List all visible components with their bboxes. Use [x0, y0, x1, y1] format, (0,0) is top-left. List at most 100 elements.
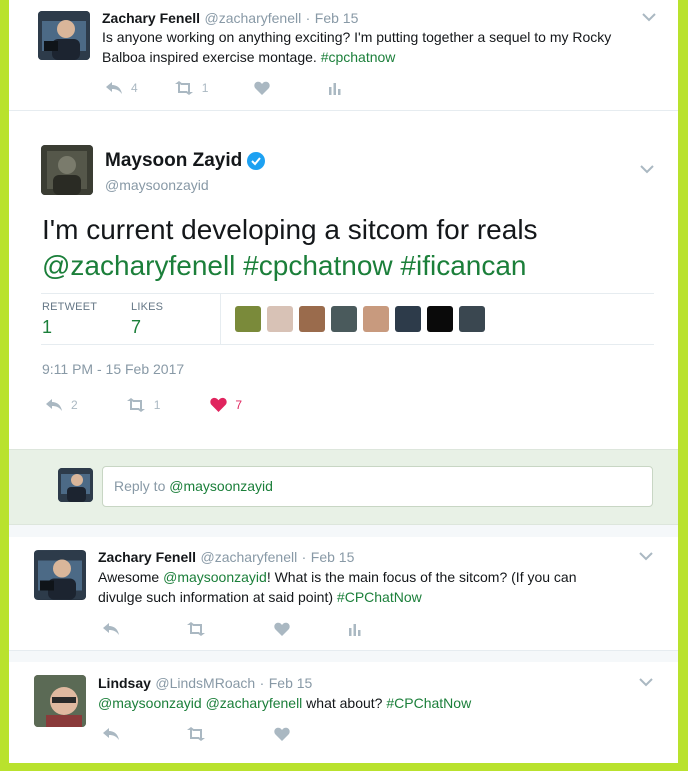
analytics-icon [329, 83, 341, 95]
retweet-icon [187, 727, 205, 741]
mention-link[interactable]: @maysoonzayid [98, 695, 202, 711]
analytics-icon [349, 624, 361, 636]
divider [41, 344, 654, 345]
chevron-down-icon[interactable] [640, 164, 654, 174]
tweet-date[interactable]: Feb 15 [269, 675, 313, 691]
reply-zachary[interactable]: Zachary Fenell @zacharyfenell · Feb 15 A… [9, 537, 678, 650]
author-handle[interactable]: @zacharyfenell [201, 549, 298, 565]
reply-count: 2 [71, 397, 78, 412]
divider [9, 650, 678, 651]
main-tweet-line1: I'm current developing a sitcom for real… [42, 214, 538, 245]
avatar[interactable] [38, 11, 90, 60]
tweet-actions [102, 727, 328, 741]
author-handle[interactable]: @maysoonzayid [105, 177, 209, 193]
retweet-count: 1 [153, 397, 161, 412]
reply-text-line2: divulge such information at said point) [98, 589, 337, 605]
chevron-down-icon[interactable] [639, 677, 653, 687]
divider [41, 293, 654, 294]
reply-icon [103, 623, 119, 635]
tweet-date[interactable]: Feb 15 [311, 549, 355, 565]
heart-icon [274, 727, 290, 741]
reply-placeholder: Reply to [114, 478, 170, 494]
separator-dot: · [305, 10, 311, 26]
retweet-button[interactable] [186, 622, 206, 636]
separator-dot: · [301, 549, 307, 565]
tweet-text: Awesome @maysoonzayid! What is the main … [98, 567, 658, 607]
reply-text-pre: Awesome [98, 569, 164, 585]
reply-button[interactable] [102, 622, 120, 636]
author-name[interactable]: Zachary Fenell [98, 549, 196, 565]
tweet-date[interactable]: Feb 15 [315, 10, 359, 26]
tweet-actions: 2 1 7 [45, 397, 280, 412]
like-button[interactable] [274, 622, 290, 636]
retweet-button[interactable]: 1 [126, 397, 161, 412]
analytics-button[interactable] [348, 622, 362, 636]
liker-avatar[interactable] [299, 306, 325, 332]
avatar[interactable] [41, 145, 93, 195]
like-button[interactable]: 7 [210, 397, 242, 412]
separator-dot: · [259, 675, 265, 691]
liker-avatar[interactable] [395, 306, 421, 332]
reply-text-post: ! What is the main focus of the sitcom? … [266, 569, 577, 585]
heart-icon [254, 81, 271, 95]
retweet-stat-value: 1 [42, 317, 53, 337]
retweet-count: 1 [201, 81, 209, 95]
reply-icon [46, 398, 62, 411]
author-handle[interactable]: @zacharyfenell [205, 10, 302, 26]
liker-avatar[interactable] [267, 306, 293, 332]
avatar[interactable] [34, 675, 86, 727]
retweet-icon [187, 622, 205, 636]
likes-stat-value: 7 [131, 317, 142, 337]
tweet-text: @maysoonzayid @zacharyfenell what about?… [98, 693, 471, 713]
conversation-frame: Zachary Fenell @zacharyfenell · Feb 15 I… [9, 0, 678, 763]
chevron-down-icon[interactable] [639, 551, 653, 561]
retweet-button[interactable] [186, 727, 206, 741]
avatar [58, 468, 93, 502]
author-handle[interactable]: @LindsMRoach [155, 675, 255, 691]
author-name[interactable]: Lindsay [98, 675, 151, 691]
hashtag-link[interactable]: #CPChatNow [337, 589, 422, 605]
liker-avatar[interactable] [235, 306, 261, 332]
liker-avatar[interactable] [331, 306, 357, 332]
heart-icon [210, 397, 228, 412]
mention-link[interactable]: @zacharyfenell [206, 695, 303, 711]
retweet-icon [126, 397, 145, 412]
reply-composer: Reply to @maysoonzayid [9, 449, 678, 525]
mention-link[interactable]: @maysoonzayid [163, 569, 267, 585]
likes-stat[interactable]: LIKES 7 [131, 301, 163, 338]
reply-input[interactable]: Reply to @maysoonzayid [102, 466, 653, 507]
main-tweet-text: I'm current developing a sitcom for real… [42, 212, 538, 284]
tweet-actions [102, 622, 400, 636]
main-tweet: Maysoon Zayid @maysoonzayid I'm current … [9, 111, 678, 449]
tweet-zachary-1[interactable]: Zachary Fenell @zacharyfenell · Feb 15 I… [9, 0, 678, 110]
tweet-text-line1: Is anyone working on anything exciting? … [102, 29, 612, 45]
tweet-actions: 4 1 [105, 81, 380, 95]
timestamp[interactable]: 9:11 PM - 15 Feb 2017 [42, 361, 184, 377]
stat-divider [220, 293, 221, 345]
likes-stat-label: LIKES [131, 301, 164, 313]
liker-avatar[interactable] [427, 306, 453, 332]
retweet-stat-label: RETWEET [42, 301, 98, 313]
like-button[interactable] [254, 81, 271, 95]
analytics-button[interactable] [328, 81, 342, 95]
reply-button[interactable]: 2 [45, 398, 78, 412]
like-count: 7 [235, 397, 243, 412]
liker-avatar[interactable] [363, 306, 389, 332]
author-name[interactable]: Zachary Fenell [102, 10, 200, 26]
reply-lindsay[interactable]: Lindsay @LindsMRoach · Feb 15 @maysoonza… [9, 662, 678, 763]
verified-icon [247, 152, 266, 170]
reply-button[interactable] [102, 727, 120, 741]
reply-text-mid: what about? [302, 695, 387, 711]
author-name[interactable]: Maysoon Zayid [105, 150, 242, 172]
chevron-down-icon[interactable] [642, 12, 656, 22]
hashtag-link[interactable]: #CPChatNow [386, 695, 471, 711]
retweet-button[interactable]: 1 [174, 81, 209, 95]
hashtag-link[interactable]: #cpchatnow [321, 49, 396, 65]
like-button[interactable] [274, 727, 290, 741]
reply-button[interactable]: 4 [105, 81, 138, 95]
reply-count: 4 [131, 81, 138, 95]
avatar[interactable] [34, 550, 86, 600]
liker-avatar[interactable] [459, 306, 485, 332]
main-tweet-links[interactable]: @zacharyfenell #cpchatnow #ificancan [42, 248, 538, 284]
retweet-stat[interactable]: RETWEET 1 [42, 301, 97, 338]
